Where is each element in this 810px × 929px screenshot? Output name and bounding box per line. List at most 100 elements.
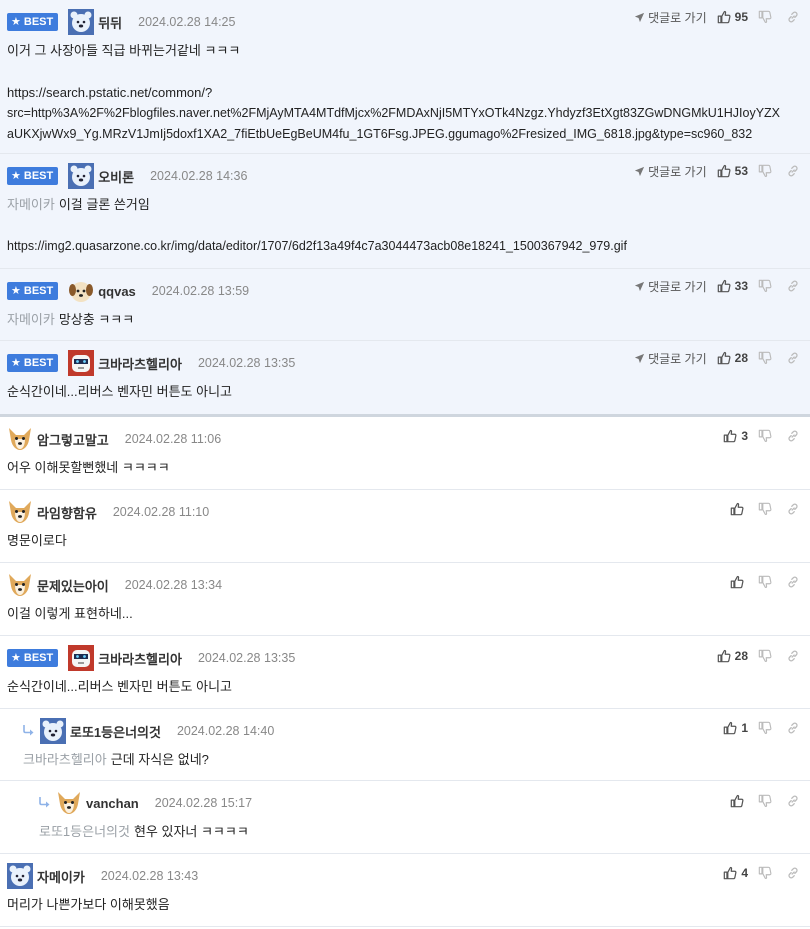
best-comment: ★ BEST 크바라츠헬리아 2024.02.28 13:35 댓글로 가기 28… <box>0 341 810 414</box>
like-count: 1 <box>741 721 748 735</box>
robot-avatar[interactable] <box>68 350 94 376</box>
like-button[interactable]: 3 <box>723 429 748 443</box>
comment-item: ★ BEST 크바라츠헬리아 2024.02.28 13:35 28 순식간이네.… <box>0 636 810 709</box>
comment-actions: 28 <box>717 647 800 665</box>
thumbs-down-icon[interactable] <box>758 649 772 663</box>
robot-avatar[interactable] <box>68 645 94 671</box>
comment-date: 2024.02.28 13:35 <box>197 356 296 370</box>
comment-nickname[interactable]: 암그렇고말고 <box>37 430 109 449</box>
comment-header: ★ BEST 크바라츠헬리아 2024.02.28 13:35 <box>7 645 295 671</box>
go-to-reply-link[interactable]: 댓글로 가기 <box>634 163 707 180</box>
bear-avatar[interactable] <box>68 9 94 35</box>
comment-body: 크바라츠헬리아 근데 자식은 없네? <box>23 752 209 767</box>
thumbs-down-icon[interactable] <box>758 164 772 178</box>
comment-nickname[interactable]: vanchan <box>86 796 139 811</box>
link-icon[interactable] <box>786 721 800 735</box>
thumbs-down-icon[interactable] <box>758 866 772 880</box>
comment-actions: 댓글로 가기 33 <box>634 277 800 295</box>
comment-nickname[interactable]: 크바라츠헬리아 <box>98 354 182 373</box>
like-button[interactable]: 53 <box>717 164 748 178</box>
mention-nickname[interactable]: 자메이카 <box>7 312 55 327</box>
thumbs-down-icon[interactable] <box>758 502 772 516</box>
mention-nickname[interactable]: 로또1등은너의것 <box>39 824 130 839</box>
like-button[interactable]: 28 <box>717 649 748 663</box>
link-icon[interactable] <box>786 164 800 178</box>
mention-nickname[interactable]: 크바라츠헬리아 <box>23 752 107 767</box>
dog-avatar[interactable] <box>7 499 33 525</box>
comment-link[interactable]: aUKXjwWx9_Yg.MRzV1JmIj5doxf1XA2_7fiEtbUe… <box>7 124 800 145</box>
like-button[interactable]: 95 <box>717 10 748 24</box>
dog-avatar[interactable] <box>7 426 33 452</box>
link-icon[interactable] <box>786 649 800 663</box>
star-icon: ★ <box>11 285 21 297</box>
comment-body: 순식간이네...리버스 벤자민 버튼도 아니고 <box>7 384 232 399</box>
comment-header: 자메이카 2024.02.28 13:43 <box>7 863 198 889</box>
comment-nickname[interactable]: 크바라츠헬리아 <box>98 649 182 668</box>
like-button[interactable]: 33 <box>717 279 748 293</box>
comment-nickname[interactable]: 뒤뒤 <box>98 13 122 32</box>
comment-nickname[interactable]: 오비론 <box>98 167 134 186</box>
comment-body: 자메이카 이걸 글론 쓴거임 https://img2.quasarzone.co… <box>7 194 800 257</box>
like-button[interactable]: 4 <box>723 866 748 880</box>
go-to-reply-link[interactable]: 댓글로 가기 <box>634 9 707 26</box>
go-to-reply-link[interactable]: 댓글로 가기 <box>634 350 707 367</box>
comment-header: ★ BEST qqvas 2024.02.28 13:59 <box>7 278 249 304</box>
comment-actions <box>730 500 800 518</box>
thumbs-up-icon <box>717 351 731 365</box>
like-button[interactable] <box>730 575 748 589</box>
comment-date: 2024.02.28 13:34 <box>124 578 223 592</box>
best-badge: ★ BEST <box>7 13 59 31</box>
link-icon[interactable] <box>786 429 800 443</box>
link-icon[interactable] <box>786 10 800 24</box>
bear-avatar[interactable] <box>7 863 33 889</box>
thumbs-down-icon[interactable] <box>758 721 772 735</box>
like-button[interactable] <box>730 794 748 808</box>
comment-actions: 4 <box>723 864 800 882</box>
comment-nickname[interactable]: 문제있는아이 <box>37 576 109 595</box>
comment-link[interactable]: https://img2.quasarzone.co.kr/img/data/e… <box>7 236 800 257</box>
like-button[interactable]: 28 <box>717 351 748 365</box>
comment-nickname[interactable]: qqvas <box>98 284 136 299</box>
comment-actions <box>730 792 800 810</box>
comment-nickname[interactable]: 라임향함유 <box>37 503 97 522</box>
like-count: 28 <box>734 649 748 663</box>
dog-avatar[interactable] <box>56 790 82 816</box>
thumbs-down-icon[interactable] <box>758 429 772 443</box>
link-icon[interactable] <box>786 502 800 516</box>
go-to-reply-link[interactable]: 댓글로 가기 <box>634 278 707 295</box>
comment-body: 순식간이네...리버스 벤자민 버튼도 아니고 <box>7 679 232 694</box>
thumbs-down-icon[interactable] <box>758 279 772 293</box>
thumbs-up-icon <box>730 794 744 808</box>
best-comment: ★ BEST qqvas 2024.02.28 13:59 댓글로 가기 33 자… <box>0 269 810 341</box>
comment-nickname[interactable]: 로또1등은너의것 <box>70 722 161 741</box>
thumbs-down-icon[interactable] <box>758 351 772 365</box>
comment-header: vanchan 2024.02.28 15:17 <box>38 790 252 816</box>
comment-nickname[interactable]: 자메이카 <box>37 867 85 886</box>
comment-actions: 댓글로 가기 28 <box>634 349 800 367</box>
thumbs-down-icon[interactable] <box>758 794 772 808</box>
link-icon[interactable] <box>786 575 800 589</box>
thumbs-down-icon[interactable] <box>758 575 772 589</box>
link-icon[interactable] <box>786 866 800 880</box>
bear-avatar[interactable] <box>68 163 94 189</box>
thumbs-up-icon <box>717 164 731 178</box>
link-icon[interactable] <box>786 794 800 808</box>
comment-actions: 댓글로 가기 95 <box>634 8 800 26</box>
mention-nickname[interactable]: 자메이카 <box>7 197 55 212</box>
thumbs-up-icon <box>730 575 744 589</box>
like-button[interactable]: 1 <box>723 721 748 735</box>
thumbs-up-icon <box>723 866 737 880</box>
comment-link[interactable]: src=http%3A%2F%2Fblogfiles.naver.net%2FM… <box>7 103 800 124</box>
best-badge: ★ BEST <box>7 649 59 667</box>
like-count: 53 <box>734 164 748 178</box>
puppy-avatar[interactable] <box>68 278 94 304</box>
dog-avatar[interactable] <box>7 572 33 598</box>
thumbs-down-icon[interactable] <box>758 10 772 24</box>
comment-link[interactable]: https://search.pstatic.net/common/? <box>7 82 800 103</box>
best-badge: ★ BEST <box>7 354 59 372</box>
comment-date: 2024.02.28 14:36 <box>150 169 248 183</box>
like-button[interactable] <box>730 502 748 516</box>
link-icon[interactable] <box>786 279 800 293</box>
link-icon[interactable] <box>786 351 800 365</box>
bear-avatar[interactable] <box>40 718 66 744</box>
